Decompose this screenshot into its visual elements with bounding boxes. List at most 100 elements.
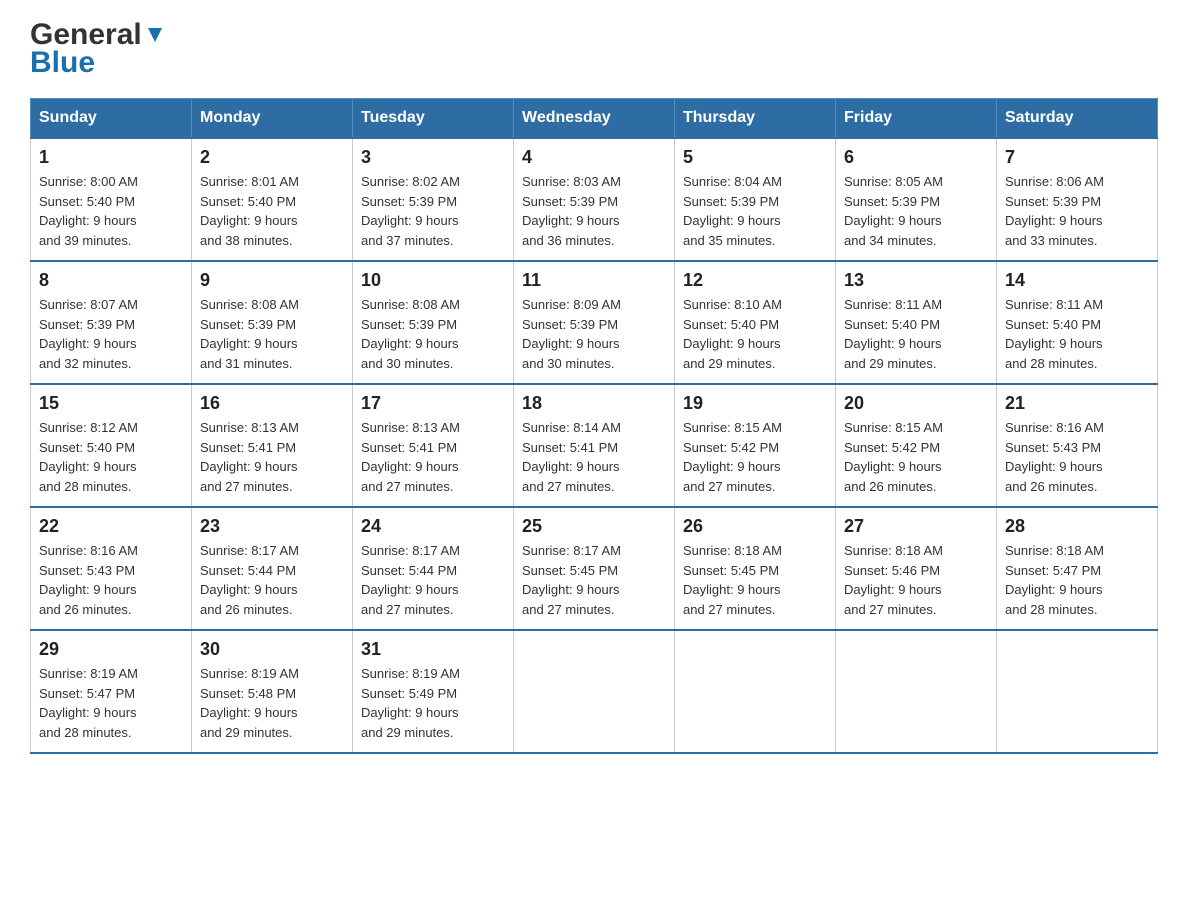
calendar-day-cell: 19 Sunrise: 8:15 AMSunset: 5:42 PMDayligh… <box>675 384 836 507</box>
calendar-week-row: 8 Sunrise: 8:07 AMSunset: 5:39 PMDaylight… <box>31 261 1158 384</box>
day-info: Sunrise: 8:16 AMSunset: 5:43 PMDaylight:… <box>1005 418 1149 496</box>
day-info: Sunrise: 8:11 AMSunset: 5:40 PMDaylight:… <box>844 295 988 373</box>
calendar-day-cell: 14Sunrise: 8:11 AMSunset: 5:40 PMDayligh… <box>997 261 1158 384</box>
calendar-day-cell <box>514 630 675 753</box>
calendar-week-row: 29 Sunrise: 8:19 AMSunset: 5:47 PMDayligh… <box>31 630 1158 753</box>
day-header-thursday: Thursday <box>675 99 836 139</box>
calendar-day-cell: 18 Sunrise: 8:14 AMSunset: 5:41 PMDayligh… <box>514 384 675 507</box>
calendar-day-cell: 20 Sunrise: 8:15 AMSunset: 5:42 PMDayligh… <box>836 384 997 507</box>
day-number: 24 <box>361 516 505 537</box>
calendar-day-cell: 1 Sunrise: 8:00 AMSunset: 5:40 PMDaylight… <box>31 138 192 261</box>
calendar-day-cell <box>675 630 836 753</box>
day-info: Sunrise: 8:13 AMSunset: 5:41 PMDaylight:… <box>361 418 505 496</box>
calendar-day-cell: 26 Sunrise: 8:18 AMSunset: 5:45 PMDayligh… <box>675 507 836 630</box>
calendar-day-cell: 10Sunrise: 8:08 AMSunset: 5:39 PMDayligh… <box>353 261 514 384</box>
day-number: 26 <box>683 516 827 537</box>
calendar-day-cell: 22 Sunrise: 8:16 AMSunset: 5:43 PMDayligh… <box>31 507 192 630</box>
day-info: Sunrise: 8:07 AMSunset: 5:39 PMDaylight:… <box>39 295 183 373</box>
calendar-day-cell <box>997 630 1158 753</box>
day-number: 29 <box>39 639 183 660</box>
day-number: 7 <box>1005 147 1149 168</box>
day-info: Sunrise: 8:04 AMSunset: 5:39 PMDaylight:… <box>683 172 827 250</box>
calendar-day-cell: 12 Sunrise: 8:10 AMSunset: 5:40 PMDayligh… <box>675 261 836 384</box>
day-number: 2 <box>200 147 344 168</box>
calendar-day-cell: 24Sunrise: 8:17 AMSunset: 5:44 PMDayligh… <box>353 507 514 630</box>
calendar-week-row: 15 Sunrise: 8:12 AMSunset: 5:40 PMDayligh… <box>31 384 1158 507</box>
day-number: 5 <box>683 147 827 168</box>
day-info: Sunrise: 8:14 AMSunset: 5:41 PMDaylight:… <box>522 418 666 496</box>
calendar-day-cell: 17 Sunrise: 8:13 AMSunset: 5:41 PMDayligh… <box>353 384 514 507</box>
calendar-day-cell: 16Sunrise: 8:13 AMSunset: 5:41 PMDayligh… <box>192 384 353 507</box>
day-info: Sunrise: 8:10 AMSunset: 5:40 PMDaylight:… <box>683 295 827 373</box>
day-number: 13 <box>844 270 988 291</box>
day-info: Sunrise: 8:17 AMSunset: 5:44 PMDaylight:… <box>200 541 344 619</box>
day-number: 15 <box>39 393 183 414</box>
calendar-day-cell: 11 Sunrise: 8:09 AMSunset: 5:39 PMDayligh… <box>514 261 675 384</box>
day-info: Sunrise: 8:09 AMSunset: 5:39 PMDaylight:… <box>522 295 666 373</box>
day-info: Sunrise: 8:18 AMSunset: 5:46 PMDaylight:… <box>844 541 988 619</box>
day-header-saturday: Saturday <box>997 99 1158 139</box>
calendar-day-cell: 4 Sunrise: 8:03 AMSunset: 5:39 PMDaylight… <box>514 138 675 261</box>
day-info: Sunrise: 8:18 AMSunset: 5:47 PMDaylight:… <box>1005 541 1149 619</box>
day-info: Sunrise: 8:16 AMSunset: 5:43 PMDaylight:… <box>39 541 183 619</box>
day-number: 8 <box>39 270 183 291</box>
day-info: Sunrise: 8:19 AMSunset: 5:48 PMDaylight:… <box>200 664 344 742</box>
day-number: 1 <box>39 147 183 168</box>
day-info: Sunrise: 8:02 AMSunset: 5:39 PMDaylight:… <box>361 172 505 250</box>
calendar-day-cell: 15 Sunrise: 8:12 AMSunset: 5:40 PMDayligh… <box>31 384 192 507</box>
logo: General Blue <box>30 20 166 78</box>
day-number: 20 <box>844 393 988 414</box>
calendar-day-cell: 9 Sunrise: 8:08 AMSunset: 5:39 PMDaylight… <box>192 261 353 384</box>
day-header-sunday: Sunday <box>31 99 192 139</box>
day-number: 9 <box>200 270 344 291</box>
day-number: 16 <box>200 393 344 414</box>
calendar-day-cell: 6Sunrise: 8:05 AMSunset: 5:39 PMDaylight… <box>836 138 997 261</box>
day-info: Sunrise: 8:08 AMSunset: 5:39 PMDaylight:… <box>200 295 344 373</box>
day-info: Sunrise: 8:12 AMSunset: 5:40 PMDaylight:… <box>39 418 183 496</box>
day-info: Sunrise: 8:18 AMSunset: 5:45 PMDaylight:… <box>683 541 827 619</box>
day-info: Sunrise: 8:15 AMSunset: 5:42 PMDaylight:… <box>844 418 988 496</box>
calendar-week-row: 22 Sunrise: 8:16 AMSunset: 5:43 PMDayligh… <box>31 507 1158 630</box>
calendar-day-cell: 3 Sunrise: 8:02 AMSunset: 5:39 PMDaylight… <box>353 138 514 261</box>
day-number: 14 <box>1005 270 1149 291</box>
day-number: 3 <box>361 147 505 168</box>
day-number: 31 <box>361 639 505 660</box>
day-header-monday: Monday <box>192 99 353 139</box>
day-header-friday: Friday <box>836 99 997 139</box>
day-number: 30 <box>200 639 344 660</box>
calendar-day-cell: 21 Sunrise: 8:16 AMSunset: 5:43 PMDayligh… <box>997 384 1158 507</box>
day-number: 27 <box>844 516 988 537</box>
day-number: 22 <box>39 516 183 537</box>
calendar-day-cell: 8 Sunrise: 8:07 AMSunset: 5:39 PMDaylight… <box>31 261 192 384</box>
page-header: General Blue <box>30 20 1158 78</box>
day-number: 12 <box>683 270 827 291</box>
day-info: Sunrise: 8:15 AMSunset: 5:42 PMDaylight:… <box>683 418 827 496</box>
day-info: Sunrise: 8:03 AMSunset: 5:39 PMDaylight:… <box>522 172 666 250</box>
day-info: Sunrise: 8:01 AMSunset: 5:40 PMDaylight:… <box>200 172 344 250</box>
logo-triangle-icon <box>144 24 166 46</box>
calendar-day-cell: 13 Sunrise: 8:11 AMSunset: 5:40 PMDayligh… <box>836 261 997 384</box>
calendar-header-row: SundayMondayTuesdayWednesdayThursdayFrid… <box>31 99 1158 139</box>
day-number: 19 <box>683 393 827 414</box>
day-number: 4 <box>522 147 666 168</box>
calendar-week-row: 1 Sunrise: 8:00 AMSunset: 5:40 PMDaylight… <box>31 138 1158 261</box>
day-number: 23 <box>200 516 344 537</box>
day-number: 11 <box>522 270 666 291</box>
calendar-day-cell: 28 Sunrise: 8:18 AMSunset: 5:47 PMDayligh… <box>997 507 1158 630</box>
day-info: Sunrise: 8:00 AMSunset: 5:40 PMDaylight:… <box>39 172 183 250</box>
day-number: 18 <box>522 393 666 414</box>
day-number: 10 <box>361 270 505 291</box>
calendar-day-cell: 25Sunrise: 8:17 AMSunset: 5:45 PMDayligh… <box>514 507 675 630</box>
day-number: 17 <box>361 393 505 414</box>
calendar-day-cell: 30 Sunrise: 8:19 AMSunset: 5:48 PMDayligh… <box>192 630 353 753</box>
day-info: Sunrise: 8:17 AMSunset: 5:45 PMDaylight:… <box>522 541 666 619</box>
calendar-day-cell: 23 Sunrise: 8:17 AMSunset: 5:44 PMDayligh… <box>192 507 353 630</box>
day-number: 28 <box>1005 516 1149 537</box>
day-info: Sunrise: 8:19 AMSunset: 5:47 PMDaylight:… <box>39 664 183 742</box>
day-header-tuesday: Tuesday <box>353 99 514 139</box>
calendar-table: SundayMondayTuesdayWednesdayThursdayFrid… <box>30 98 1158 754</box>
calendar-day-cell: 5 Sunrise: 8:04 AMSunset: 5:39 PMDaylight… <box>675 138 836 261</box>
calendar-day-cell <box>836 630 997 753</box>
logo-blue: Blue <box>30 48 95 78</box>
day-number: 21 <box>1005 393 1149 414</box>
